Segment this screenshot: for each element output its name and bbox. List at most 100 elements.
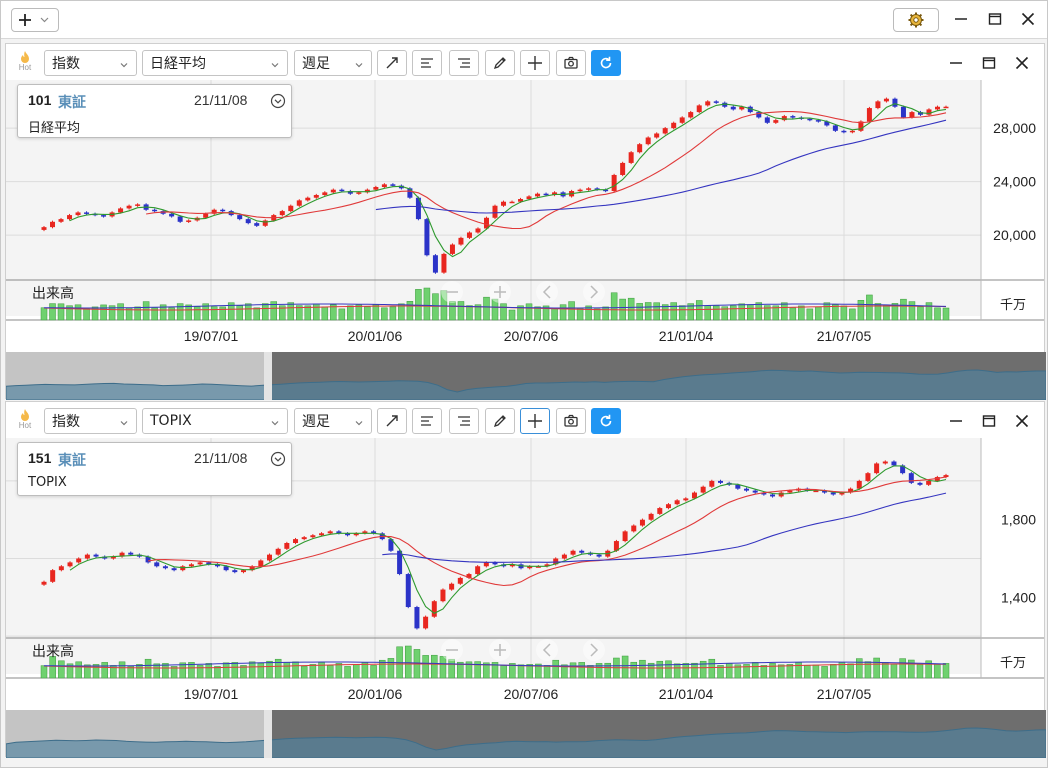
candle bbox=[466, 232, 472, 238]
candle bbox=[926, 480, 932, 485]
period-select[interactable]: 週足 bbox=[294, 50, 372, 76]
candle bbox=[327, 531, 333, 534]
volume-bar bbox=[747, 304, 754, 321]
chevron-right-icon[interactable] bbox=[583, 281, 605, 303]
info-collapse-button[interactable] bbox=[270, 451, 286, 467]
panel-close-button[interactable] bbox=[1013, 54, 1031, 72]
volume-bar bbox=[508, 309, 516, 321]
panel-minimize-button[interactable] bbox=[947, 412, 965, 430]
volume-bar bbox=[118, 661, 126, 679]
volume-bar bbox=[40, 307, 48, 321]
trendline-button[interactable] bbox=[377, 50, 407, 76]
volume-bar bbox=[656, 660, 664, 679]
type-select[interactable]: 指数 bbox=[44, 50, 137, 76]
candle bbox=[232, 570, 238, 573]
symbol-select[interactable]: TOPIX bbox=[142, 408, 288, 434]
volume-bar bbox=[134, 306, 141, 321]
candle bbox=[293, 539, 299, 543]
candle bbox=[501, 201, 507, 206]
chevron-circle-down-icon bbox=[270, 93, 286, 109]
x-tick-label: 21/07/05 bbox=[817, 328, 872, 344]
candle bbox=[586, 188, 592, 190]
period-select-value: 週足 bbox=[302, 414, 330, 430]
volume-bar bbox=[422, 655, 429, 679]
pencil-button[interactable] bbox=[485, 50, 515, 76]
plus-icon[interactable] bbox=[489, 281, 511, 303]
camera-button[interactable] bbox=[556, 408, 586, 434]
hot-logo[interactable]: Hot bbox=[14, 408, 36, 434]
volume-bar bbox=[856, 658, 863, 679]
align-right-button[interactable] bbox=[449, 408, 479, 434]
panel-maximize-button[interactable] bbox=[980, 412, 998, 430]
plus-icon[interactable] bbox=[489, 639, 511, 661]
volume-bar bbox=[432, 293, 439, 321]
window-minimize-button[interactable] bbox=[951, 9, 971, 29]
chevron-circle-down-icon bbox=[270, 451, 286, 467]
chevron-down-icon bbox=[354, 58, 364, 74]
volume-bar bbox=[136, 664, 143, 679]
chart-toolbar: Hot 指数 日経平均 週足 bbox=[6, 44, 1044, 80]
volume-bar bbox=[823, 302, 831, 321]
candle bbox=[284, 543, 290, 549]
settings-button[interactable] bbox=[893, 8, 939, 32]
plus-icon bbox=[19, 14, 31, 26]
crosshair-button[interactable] bbox=[520, 408, 550, 434]
panel-close-button[interactable] bbox=[1013, 412, 1031, 430]
hot-logo[interactable]: Hot bbox=[14, 50, 36, 76]
candle bbox=[441, 253, 447, 273]
overview-scrollbar[interactable] bbox=[6, 352, 1046, 400]
overview-scrollbar[interactable] bbox=[6, 710, 1046, 758]
volume-bar bbox=[101, 662, 108, 679]
window-close-button[interactable] bbox=[1018, 9, 1038, 29]
panel-maximize-button[interactable] bbox=[980, 54, 998, 72]
refresh-button[interactable] bbox=[591, 50, 621, 76]
refresh-button[interactable] bbox=[591, 408, 621, 434]
minus-icon[interactable] bbox=[441, 281, 463, 303]
pencil-button[interactable] bbox=[485, 408, 515, 434]
symbol-name: 日経平均 bbox=[28, 121, 81, 136]
chart-toolbar: Hot 指数 TOPIX 週足 bbox=[6, 402, 1044, 438]
type-select-value: 指数 bbox=[52, 414, 80, 430]
candle bbox=[458, 237, 464, 245]
minus-icon[interactable] bbox=[441, 639, 463, 661]
window-title-bar bbox=[1, 1, 1047, 39]
align-right-button[interactable] bbox=[449, 50, 479, 76]
symbol-code: 151 bbox=[28, 450, 52, 466]
overview-handle[interactable] bbox=[264, 352, 272, 400]
chevron-left-icon[interactable] bbox=[536, 281, 558, 303]
volume-bar bbox=[821, 666, 828, 679]
close-icon bbox=[1015, 414, 1029, 428]
volume-bar bbox=[602, 306, 609, 321]
candle bbox=[135, 204, 141, 206]
info-collapse-button[interactable] bbox=[270, 93, 286, 109]
camera-button[interactable] bbox=[556, 50, 586, 76]
symbol-code: 101 bbox=[28, 92, 52, 108]
panel-minimize-button[interactable] bbox=[947, 54, 965, 72]
chevron-right-icon[interactable] bbox=[583, 639, 605, 661]
symbol-select[interactable]: 日経平均 bbox=[142, 50, 288, 76]
candle bbox=[339, 189, 345, 192]
trendline-button[interactable] bbox=[377, 408, 407, 434]
candle bbox=[313, 195, 319, 198]
align-left-button[interactable] bbox=[412, 50, 442, 76]
period-select[interactable]: 週足 bbox=[294, 408, 372, 434]
volume-bar bbox=[916, 664, 924, 679]
x-tick-label: 19/07/01 bbox=[184, 328, 239, 344]
candle bbox=[186, 220, 192, 222]
volume-bar bbox=[670, 302, 677, 321]
candle bbox=[75, 212, 81, 216]
hot-label: Hot bbox=[18, 421, 32, 430]
candle bbox=[926, 109, 932, 115]
crosshair-button[interactable] bbox=[520, 50, 550, 76]
candle bbox=[892, 98, 898, 107]
candle bbox=[874, 463, 880, 474]
candle bbox=[41, 227, 47, 230]
type-select[interactable]: 指数 bbox=[44, 408, 137, 434]
overview-handle[interactable] bbox=[264, 710, 272, 758]
chevron-left-icon[interactable] bbox=[536, 639, 558, 661]
candle bbox=[390, 184, 396, 186]
align-left-button[interactable] bbox=[412, 408, 442, 434]
volume-bar bbox=[142, 301, 150, 321]
add-chart-button[interactable] bbox=[11, 8, 59, 32]
window-maximize-button[interactable] bbox=[985, 9, 1005, 29]
